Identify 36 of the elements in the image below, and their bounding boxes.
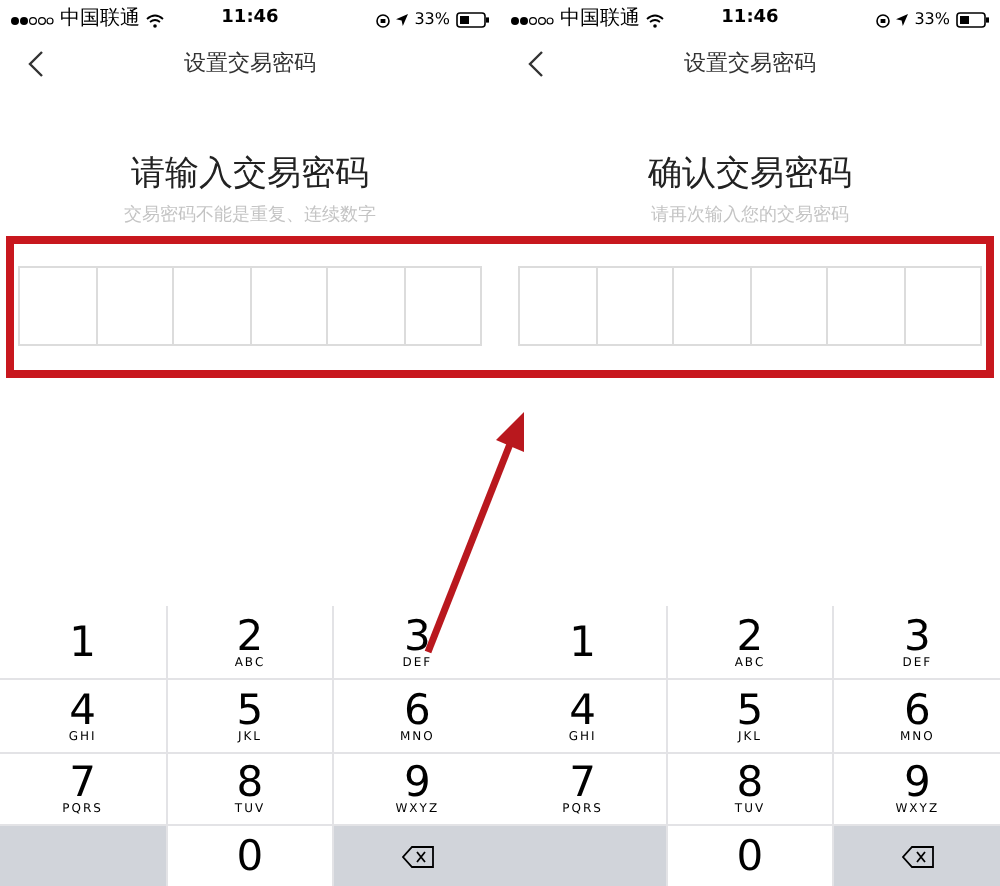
wifi-icon [646,13,664,27]
status-time: 11:46 [719,6,781,33]
back-button[interactable] [524,48,548,80]
nav-title: 设置交易密码 [684,47,816,80]
wifi-icon [146,13,164,27]
carrier-name: 中国联通 [60,10,140,30]
back-icon [28,50,44,78]
pin-input-field[interactable] [518,266,982,346]
keypad-key[interactable]: 0 [667,826,833,886]
keypad-key[interactable]: 0 [167,826,333,886]
pin-input-field[interactable] [18,266,482,346]
page-heading: 确认交易密码 [646,154,854,194]
delete-key[interactable] [834,826,1000,886]
backspace-icon [901,845,934,868]
back-icon [528,50,544,78]
signal-icon [510,15,554,25]
hint-text: 交易密码不能是重复、连续数字 [122,204,378,228]
location-icon [396,14,409,26]
carrier-name: 中国联通 [560,10,640,30]
battery-percent: 33% [414,12,450,28]
rotation-lock-icon [376,13,391,27]
keypad-key[interactable]: 1 [500,606,666,678]
hint-text: 请再次输入您的交易密码 [649,204,851,228]
battery-icon [956,12,990,28]
location-icon [896,14,909,26]
battery-percent: 33% [914,12,950,28]
signal-icon [10,15,54,25]
battery-icon [456,12,490,28]
back-button[interactable] [24,48,48,80]
rotation-lock-icon [876,13,891,27]
status-time: 11:46 [219,6,281,33]
nav-title: 设置交易密码 [184,47,316,80]
backspace-icon [401,845,434,868]
page-heading: 请输入交易密码 [129,154,371,194]
keypad-key[interactable]: 1 [0,606,166,678]
delete-key[interactable] [334,826,500,886]
